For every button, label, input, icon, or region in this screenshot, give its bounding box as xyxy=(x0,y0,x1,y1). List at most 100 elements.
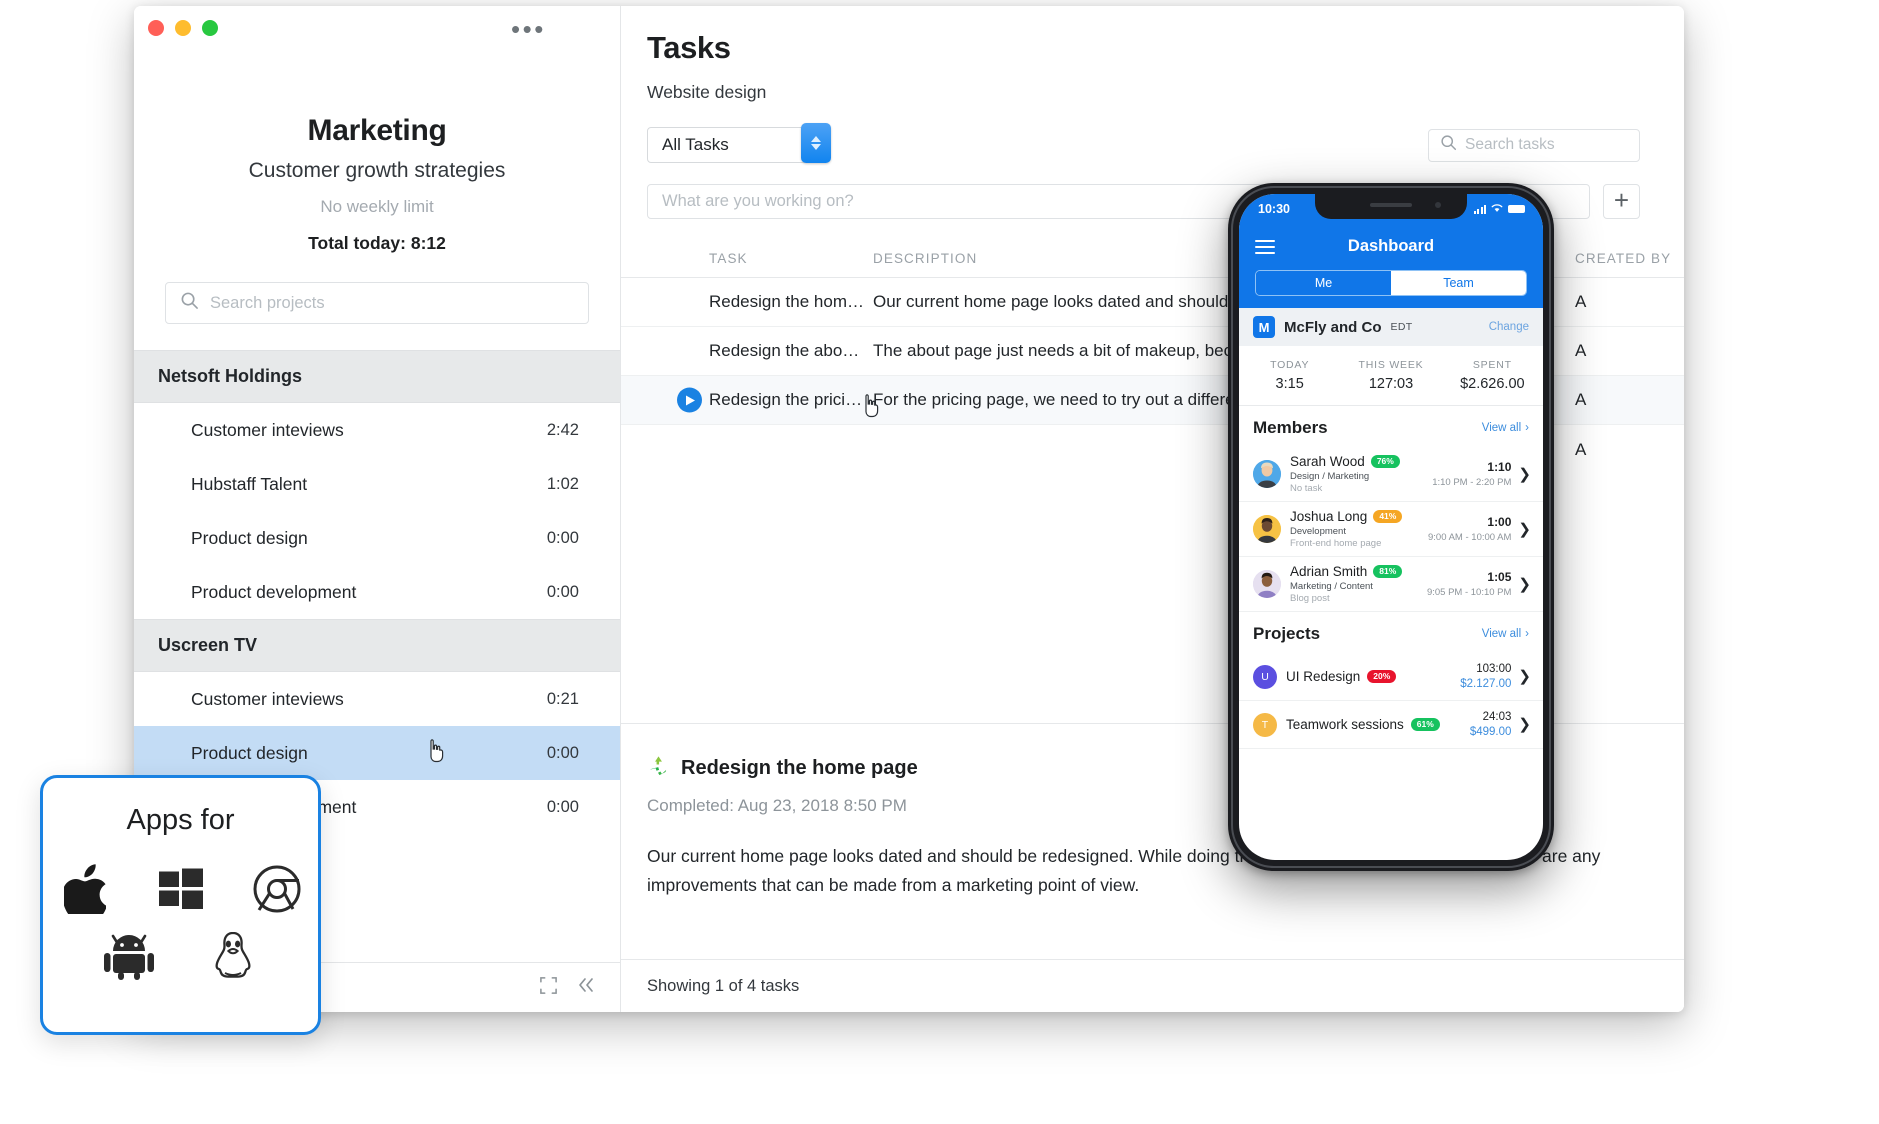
project-money: $2.127.00 xyxy=(1460,678,1512,690)
project-percent-badge: 61% xyxy=(1410,718,1440,731)
list-item[interactable]: Adrian Smith 81% Marketing / Content Blo… xyxy=(1239,557,1543,612)
project-row[interactable]: Hubstaff Talent 1:02 xyxy=(134,457,620,511)
stat-spent: SPENT $2.626.00 xyxy=(1442,359,1543,392)
task-created-by: A xyxy=(1552,277,1684,327)
project-time: 2:42 xyxy=(546,420,579,439)
maximize-window-button[interactable] xyxy=(202,20,218,36)
compact-view-icon[interactable] xyxy=(539,976,558,1000)
project-label: Product design xyxy=(191,742,308,763)
member-time-span: 9:00 AM - 10:00 AM xyxy=(1427,532,1512,543)
chrome-icon[interactable] xyxy=(251,863,303,915)
phone-speaker xyxy=(1370,203,1412,207)
list-item[interactable]: Sarah Wood 76% Design / Marketing No tas… xyxy=(1239,447,1543,502)
project-group-header[interactable]: Netsoft Holdings xyxy=(134,350,620,403)
apple-icon[interactable] xyxy=(59,863,111,915)
task-filter-select[interactable]: All Tasks xyxy=(647,123,831,163)
project-label: Product design xyxy=(191,527,308,548)
mobile-tabs: Me Team xyxy=(1255,270,1527,296)
members-view-all-link[interactable]: View all › xyxy=(1482,422,1529,434)
project-label: Hubstaff Talent xyxy=(191,473,308,494)
project-avatar: T xyxy=(1253,712,1277,737)
windows-icon[interactable] xyxy=(155,863,207,915)
add-task-button[interactable]: + xyxy=(1603,184,1640,219)
mouse-cursor-hand-icon xyxy=(426,738,448,764)
project-time: 0:00 xyxy=(546,797,579,816)
mobile-app-bar: Dashboard Me Team xyxy=(1239,224,1543,308)
task-detail-title: Redesign the home page xyxy=(681,756,918,779)
menu-icon[interactable] xyxy=(1255,239,1275,254)
linux-icon[interactable] xyxy=(207,931,259,983)
stat-value: 127:03 xyxy=(1368,376,1414,392)
member-time-span: 1:10 PM - 2:20 PM xyxy=(1432,477,1512,488)
member-percent-badge: 41% xyxy=(1373,510,1403,523)
member-info: Sarah Wood 76% Design / Marketing No tas… xyxy=(1290,454,1400,494)
view-all-label: View all xyxy=(1481,628,1522,640)
stat-value: 3:15 xyxy=(1275,376,1304,392)
signal-icon xyxy=(1473,204,1486,214)
project-metrics: 24:03 $499.00 xyxy=(1470,711,1519,738)
member-percent-badge: 76% xyxy=(1370,455,1400,468)
avatar xyxy=(1253,515,1281,543)
android-icon[interactable] xyxy=(103,931,155,983)
chevron-down-icon xyxy=(811,144,821,150)
app-bar-top: Dashboard xyxy=(1255,230,1527,263)
member-name-row: Sarah Wood 76% xyxy=(1290,454,1400,469)
org-avatar: M xyxy=(1253,316,1275,338)
project-row[interactable]: Product design 0:00 xyxy=(134,511,620,565)
project-header: Marketing Customer growth strategies No … xyxy=(134,6,620,254)
search-tasks-box[interactable] xyxy=(1428,128,1640,162)
project-row[interactable]: Customer inteviews 2:42 xyxy=(134,403,620,457)
mobile-page-title: Dashboard xyxy=(1347,237,1435,255)
project-row-selected[interactable]: Product design 0:00 xyxy=(134,726,620,780)
stepper-icon[interactable] xyxy=(801,123,831,163)
member-role: Marketing / Content xyxy=(1290,581,1373,592)
project-name: Teamwork sessions xyxy=(1286,717,1404,732)
member-task: Front-end home page xyxy=(1290,538,1382,549)
stat-label: THIS WEEK xyxy=(1358,359,1424,371)
stats-row: TODAY 3:15 THIS WEEK 127:03 SPENT $2.626… xyxy=(1239,346,1543,406)
task-name: Redesign the home page xyxy=(709,292,867,311)
list-item[interactable]: U UI Redesign 20% 103:00 $2.127.00 ❯ xyxy=(1239,653,1543,701)
total-today-label: Total today: 8:12 xyxy=(308,233,446,253)
change-org-link[interactable]: Change xyxy=(1489,321,1529,333)
search-icon xyxy=(1440,134,1457,156)
chevron-right-icon: › xyxy=(1525,628,1529,640)
search-projects-input[interactable] xyxy=(210,293,588,313)
apps-platforms-card: Apps for xyxy=(40,775,321,1035)
tasks-header: Tasks Website design All Tasks xyxy=(621,6,1684,163)
list-item[interactable]: T Teamwork sessions 61% 24:03 $499.00 ❯ xyxy=(1239,701,1543,749)
start-timer-button[interactable] xyxy=(677,387,702,413)
minimize-window-button[interactable] xyxy=(175,20,191,36)
stat-label: TODAY xyxy=(1270,359,1310,371)
task-created-by: A xyxy=(1552,425,1684,474)
tab-team[interactable]: Team xyxy=(1391,271,1526,295)
project-row[interactable]: Product development 0:00 xyxy=(134,565,620,619)
task-created-by: A xyxy=(1552,375,1684,425)
search-tasks-input[interactable] xyxy=(1465,136,1639,154)
wifi-icon xyxy=(1491,202,1503,216)
more-options-icon[interactable]: ••• xyxy=(511,16,546,42)
project-percent-badge: 20% xyxy=(1367,670,1397,683)
close-window-button[interactable] xyxy=(148,20,164,36)
window-controls[interactable] xyxy=(148,20,218,36)
organization-row[interactable]: M McFly and Co EDT Change xyxy=(1239,308,1543,346)
mobile-device-mockup: 10:30 Dashboard Me Team M McFly and Co E… xyxy=(1228,183,1554,871)
member-role: Design / Marketing xyxy=(1290,471,1370,482)
search-projects-box[interactable] xyxy=(165,282,589,324)
mouse-cursor-hand-icon xyxy=(861,393,883,419)
recycle-icon xyxy=(647,754,670,782)
list-item[interactable]: Joshua Long 41% Development Front-end ho… xyxy=(1239,502,1543,557)
project-label: Customer inteviews xyxy=(191,419,344,440)
apps-icon-row-1 xyxy=(43,863,318,915)
chevron-right-icon: ❯ xyxy=(1518,520,1531,538)
project-name: UI Redesign xyxy=(1286,669,1361,684)
collapse-sidebar-icon[interactable] xyxy=(576,976,596,999)
tab-me[interactable]: Me xyxy=(1256,271,1391,295)
members-section-header: Members View all › xyxy=(1239,406,1543,447)
project-time: 103:00 xyxy=(1476,663,1512,675)
projects-view-all-link[interactable]: View all › xyxy=(1482,628,1529,640)
org-name: McFly and Co xyxy=(1284,318,1382,336)
apps-card-title: Apps for xyxy=(126,804,235,836)
project-row[interactable]: Customer inteviews 0:21 xyxy=(134,672,620,726)
project-group-header[interactable]: Uscreen TV xyxy=(134,619,620,672)
